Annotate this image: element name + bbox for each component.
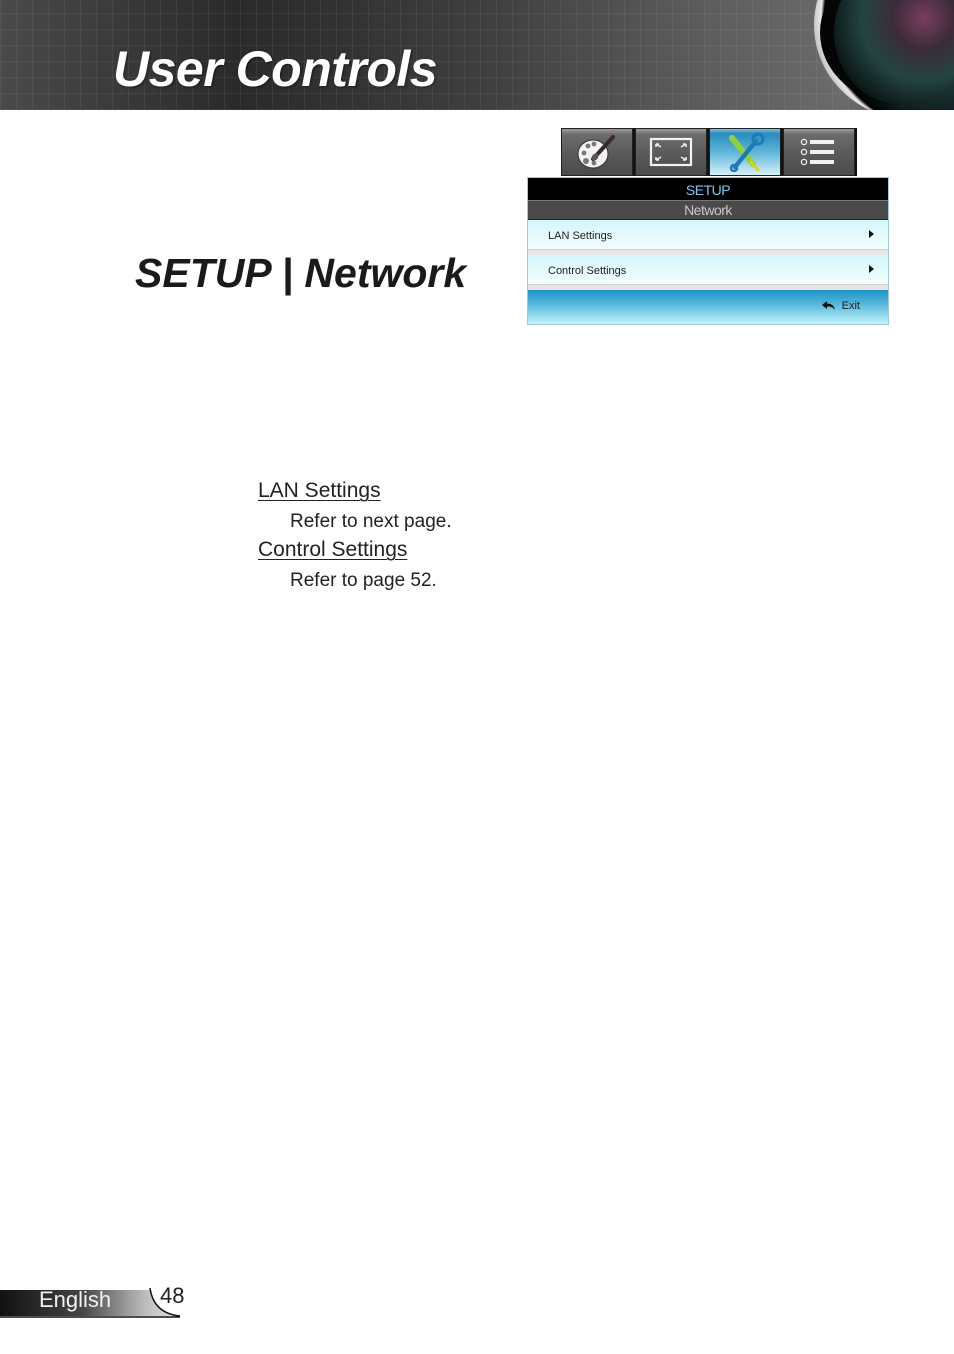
list-icon	[800, 138, 834, 166]
section-title: SETUP | Network	[135, 250, 467, 296]
page-header-title: User Controls	[113, 41, 438, 97]
osd-item-label: LAN Settings	[548, 230, 613, 242]
osd-tab-bar	[561, 128, 857, 176]
exit-button[interactable]: Exit	[821, 300, 860, 312]
tab-options[interactable]	[783, 128, 855, 176]
tools-icon	[729, 132, 765, 172]
resize-screen-icon	[649, 137, 693, 167]
entry-title-control-settings: Control Settings	[258, 538, 408, 561]
osd-submenu-title: Network	[528, 200, 888, 220]
osd-item-control-settings[interactable]: Control Settings	[528, 255, 888, 290]
entry-title-lan-settings: LAN Settings	[258, 479, 381, 502]
footer-language: English	[39, 1287, 112, 1312]
chevron-right-icon	[869, 265, 874, 273]
tab-image[interactable]	[561, 128, 633, 176]
page-number: 48	[160, 1283, 185, 1308]
exit-label: Exit	[841, 300, 860, 312]
palette-icon	[577, 135, 615, 169]
osd-item-lan-settings[interactable]: LAN Settings	[528, 220, 888, 255]
entry-desc-lan-settings: Refer to next page.	[290, 511, 452, 532]
chevron-right-icon	[869, 230, 874, 238]
osd-item-label: Control Settings	[548, 265, 627, 277]
entry-desc-control-settings: Refer to page 52.	[290, 570, 437, 591]
osd-menu-panel: SETUP Network LAN Settings Control Setti…	[527, 177, 889, 325]
tab-setup[interactable]	[709, 128, 781, 176]
osd-menu-title: SETUP	[528, 178, 888, 200]
tab-display[interactable]	[635, 128, 707, 176]
osd-exit-bar: Exit	[528, 290, 888, 324]
return-arrow-icon	[821, 301, 835, 310]
header-banner: User Controls	[0, 0, 954, 110]
